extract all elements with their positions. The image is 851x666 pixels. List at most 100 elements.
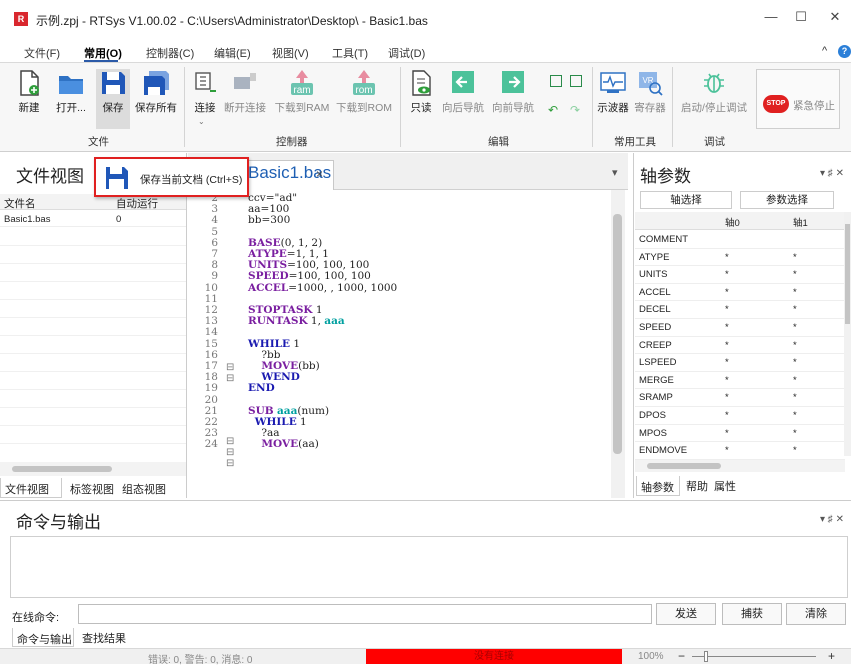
send-button[interactable]: 发送 — [656, 603, 716, 625]
save-button[interactable]: 保存 — [96, 69, 130, 129]
panel-pin-controls[interactable]: ▾ ♯ ✕ — [820, 168, 844, 179]
table-row[interactable]: Basic1.bas 0 — [0, 211, 186, 227]
new-button[interactable]: 新建 — [12, 69, 46, 129]
table-row[interactable]: ATYPE * * — [635, 249, 845, 267]
fold-toggle-icon[interactable]: ⊟ — [226, 373, 234, 384]
scrollbar-thumb[interactable] — [845, 224, 850, 324]
disconnect-button[interactable]: 断开连接 — [222, 69, 268, 129]
table-row[interactable]: CREEP * * — [635, 337, 845, 355]
axis0-value-cell: * — [725, 286, 729, 298]
code-token: (aa) — [298, 438, 319, 451]
tab-help[interactable]: 帮助 — [686, 478, 708, 494]
table-row[interactable]: ENDMOVE * * — [635, 442, 845, 460]
minimize-button[interactable]: — — [756, 6, 786, 28]
editor-dropdown-icon[interactable]: ▾ — [612, 166, 618, 179]
capture-button[interactable]: 捕获 — [722, 603, 782, 625]
code-line[interactable]: 15 WHILE 1 — [188, 337, 300, 350]
menu-view[interactable]: 视图(V) — [272, 45, 309, 61]
connect-dropdown-icon[interactable]: ⌄ — [198, 117, 205, 126]
maximize-button[interactable]: ☐ — [786, 6, 816, 28]
register-button[interactable]: VR 寄存器 — [632, 69, 668, 129]
zoom-slider-handle[interactable] — [704, 651, 708, 662]
tab-command-output[interactable]: 命令与输出 — [12, 628, 74, 647]
code-line[interactable]: 20 — [188, 394, 248, 406]
axis-select-button[interactable]: 轴选择 — [640, 191, 732, 209]
menu-edit[interactable]: 编辑(E) — [214, 45, 251, 61]
axis-vscrollbar[interactable] — [844, 212, 851, 456]
start-stop-debug-button[interactable]: 启动/停止调试 — [676, 69, 752, 129]
save-all-button[interactable]: 保存所有 — [134, 69, 178, 129]
fold-toggle-icon[interactable]: ⊟ — [226, 436, 234, 447]
table-row[interactable]: MPOS * * — [635, 425, 845, 443]
axis0-value-cell: * — [725, 322, 729, 333]
fold-toggle-icon[interactable]: ⊟ — [226, 458, 234, 469]
nav-back-button[interactable]: 向后导航 — [440, 69, 486, 129]
fold-toggle-icon[interactable]: ⊟ — [226, 362, 234, 373]
table-row[interactable]: MERGE * * — [635, 372, 845, 390]
table-row[interactable]: DECEL * * — [635, 301, 845, 319]
tab-properties[interactable]: 属性 — [714, 478, 736, 494]
axis1-value-cell: * — [793, 339, 797, 351]
tab-axis-params[interactable]: 轴参数 — [636, 476, 680, 496]
readonly-button[interactable]: 只读 — [406, 69, 436, 129]
edit-panel-icon[interactable] — [570, 75, 582, 87]
open-button[interactable]: 打开... — [50, 69, 92, 129]
code-line[interactable]: 24 MOVE(aa) — [188, 439, 319, 450]
ribbon-collapse-icon[interactable]: ^ — [822, 45, 827, 57]
axis0-value-cell: * — [725, 410, 729, 421]
panel-pin-controls[interactable]: ▾ ♯ ✕ — [820, 514, 844, 525]
tab-find-results[interactable]: 查找结果 — [82, 630, 126, 646]
column-header-axis1[interactable]: 轴1 — [793, 215, 808, 229]
axis-hscrollbar[interactable] — [635, 460, 845, 472]
menu-file[interactable]: 文件(F) — [24, 45, 60, 61]
code-line[interactable]: 4 bb=300 — [188, 215, 290, 226]
column-header-axis0[interactable]: 轴0 — [725, 215, 740, 229]
code-line[interactable]: 10 ACCEL=1000, , 1000, 1000 — [188, 282, 398, 294]
code-line[interactable]: 5 — [188, 226, 248, 238]
param-select-button[interactable]: 参数选择 — [740, 191, 834, 209]
tab-file-view[interactable]: 文件视图 — [0, 478, 62, 498]
undo-icon[interactable]: ↶ — [548, 103, 558, 117]
menu-tools[interactable]: 工具(T) — [332, 45, 368, 61]
close-button[interactable]: ✕ — [820, 6, 850, 28]
emergency-stop-button[interactable]: STOP 紧急停止 — [756, 69, 840, 129]
tab-label-view[interactable]: 标签视图 — [70, 481, 114, 497]
table-row[interactable]: DPOS * * — [635, 407, 845, 425]
table-row[interactable]: UNITS * * — [635, 266, 845, 284]
help-icon[interactable]: ? — [838, 45, 851, 58]
menu-common[interactable]: 常用(O) — [84, 45, 122, 61]
table-row[interactable]: SRAMP * * — [635, 389, 845, 407]
menu-controller[interactable]: 控制器(C) — [146, 45, 194, 61]
table-row[interactable]: ACCEL * * — [635, 284, 845, 302]
code-line[interactable]: 11 — [188, 293, 248, 305]
edit-toggle-icon[interactable] — [550, 75, 562, 87]
table-row[interactable]: COMMENT — [635, 231, 845, 249]
connect-button[interactable]: 连接 — [190, 69, 220, 129]
code-line[interactable]: 19 END — [188, 383, 275, 394]
fold-toggle-icon[interactable]: ⊟ — [226, 447, 234, 458]
oscilloscope-button[interactable]: 示波器 — [596, 69, 630, 129]
column-header-filename[interactable]: 文件名 — [4, 196, 36, 211]
download-ram-button[interactable]: ram 下载到RAM — [272, 69, 332, 129]
tab-config-view[interactable]: 组态视图 — [122, 481, 166, 497]
menu-debug[interactable]: 调试(D) — [388, 45, 425, 61]
command-output-area[interactable] — [10, 536, 848, 598]
online-command-input[interactable] — [78, 604, 652, 624]
scrollbar-thumb[interactable] — [613, 214, 622, 454]
table-row[interactable]: LSPEED * * — [635, 354, 845, 372]
file-view-hscrollbar[interactable] — [0, 462, 186, 476]
table-row[interactable]: SPEED * * — [635, 319, 845, 337]
nav-forward-button[interactable]: 向前导航 — [490, 69, 536, 129]
column-header-autorun[interactable]: 自动运行 — [116, 196, 158, 211]
redo-icon[interactable]: ↷ — [570, 103, 580, 117]
zoom-slider-track[interactable] — [692, 656, 816, 657]
tab-close-icon[interactable]: × — [316, 167, 323, 181]
zoom-out-button[interactable]: − — [678, 649, 685, 663]
code-line[interactable]: 14 — [188, 327, 248, 338]
scrollbar-thumb[interactable] — [647, 463, 721, 469]
download-rom-button[interactable]: rom 下载到ROM — [334, 69, 394, 129]
zoom-in-button[interactable]: + — [828, 649, 835, 663]
clear-button[interactable]: 清除 — [786, 603, 846, 625]
line-number: 15 — [204, 337, 218, 350]
scrollbar-thumb[interactable] — [12, 466, 112, 472]
